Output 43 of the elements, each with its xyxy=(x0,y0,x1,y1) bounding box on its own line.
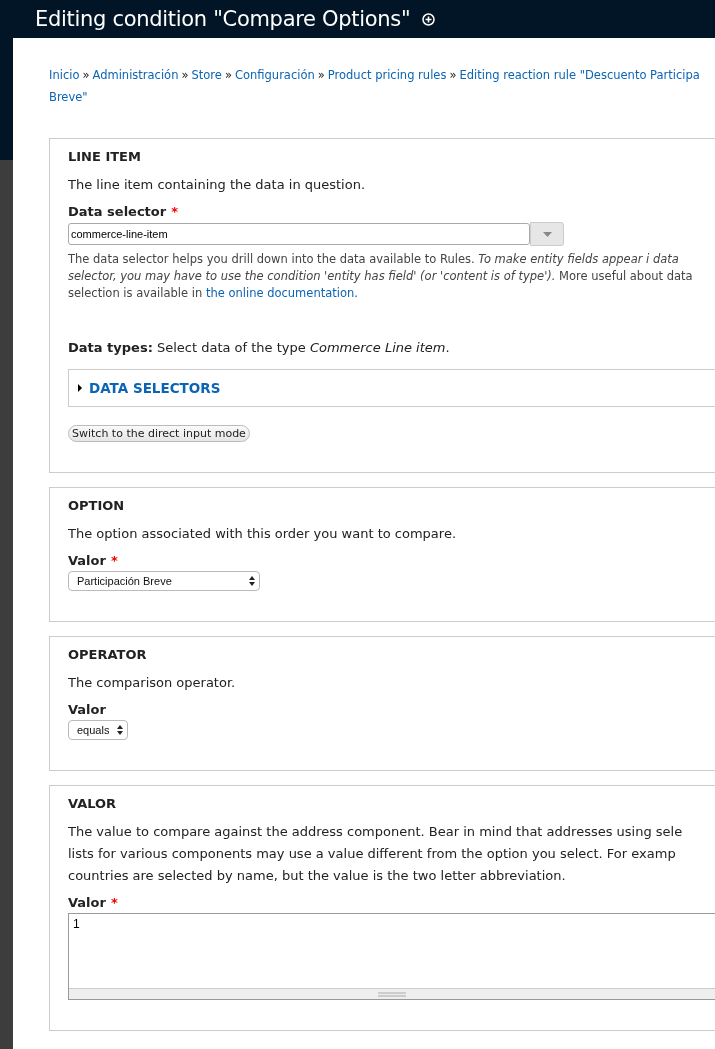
breadcrumb-separator: » xyxy=(82,68,90,82)
breadcrumb-link[interactable]: Administración xyxy=(92,68,179,82)
breadcrumb-link[interactable]: Product pricing rules xyxy=(327,68,447,82)
select-field[interactable]: Participación Breve xyxy=(68,571,260,591)
breadcrumb-separator: » xyxy=(317,68,325,82)
breadcrumb-separator: » xyxy=(181,68,189,82)
resize-grip-icon[interactable] xyxy=(378,991,406,997)
section-title: LINE ITEM xyxy=(68,149,141,164)
label-text: Valor xyxy=(68,895,106,910)
switch-mode-button[interactable]: Switch to the direct input mode xyxy=(68,425,250,442)
details-toggle[interactable]: DATA SELECTORS xyxy=(89,380,221,396)
plus-circle-icon[interactable] xyxy=(422,12,436,26)
breadcrumb-link[interactable]: Configuración xyxy=(234,68,315,82)
section-description: The option associated with this order you want to compare. xyxy=(68,525,458,543)
section-description: The line item containing the data in question. xyxy=(68,176,367,194)
data-selector-field[interactable]: commerce-line-item xyxy=(68,223,530,245)
section-description: The value to compare against the address component. Bear in mind that addresses using sele lists for various components may use a value different from the option you select. For examp countries are selected by name, but the value is the two letter abbreviation. xyxy=(68,823,684,885)
select-field[interactable]: equals xyxy=(68,720,129,740)
section-title: VALOR xyxy=(68,796,117,811)
field-value: 1 xyxy=(73,917,80,931)
required-mark: * xyxy=(110,895,118,910)
required-mark: * xyxy=(110,553,118,568)
page-title: Editing condition "Compare Options" xyxy=(35,7,411,31)
breadcrumb-link[interactable]: Breve" xyxy=(49,90,88,104)
section-title: OPERATOR xyxy=(68,647,147,662)
updown-arrows-icon xyxy=(249,576,255,586)
dropdown-button[interactable] xyxy=(530,222,564,246)
label-text: Data selector xyxy=(68,204,167,219)
label-text: Valor xyxy=(68,702,106,717)
required-mark: * xyxy=(171,204,178,219)
label-text: Valor xyxy=(68,553,106,568)
breadcrumb-link[interactable]: Inicio xyxy=(49,68,80,82)
caret-down-icon xyxy=(542,231,552,237)
help-text: The data selector helps you drill down into the data available to Rules. To make entity fields appear i data selector, you may have to use the condition 'entity has field' (or 'content is of type'). More useful about data selection is available in the online documentation. xyxy=(68,251,694,302)
section-title: OPTION xyxy=(68,498,125,513)
breadcrumb-link[interactable]: Store xyxy=(191,68,222,82)
data-types-text: Data types: Select data of the type Commerce Line item. xyxy=(68,340,450,355)
breadcrumb-link[interactable]: Editing reaction rule "Descuento Participa xyxy=(459,68,700,82)
text-area[interactable]: 1 xyxy=(68,913,715,1000)
breadcrumb-separator: » xyxy=(224,68,232,82)
section-description: The comparison operator. xyxy=(68,674,237,692)
breadcrumb-separator: » xyxy=(449,68,457,82)
updown-arrows-icon xyxy=(117,725,124,735)
